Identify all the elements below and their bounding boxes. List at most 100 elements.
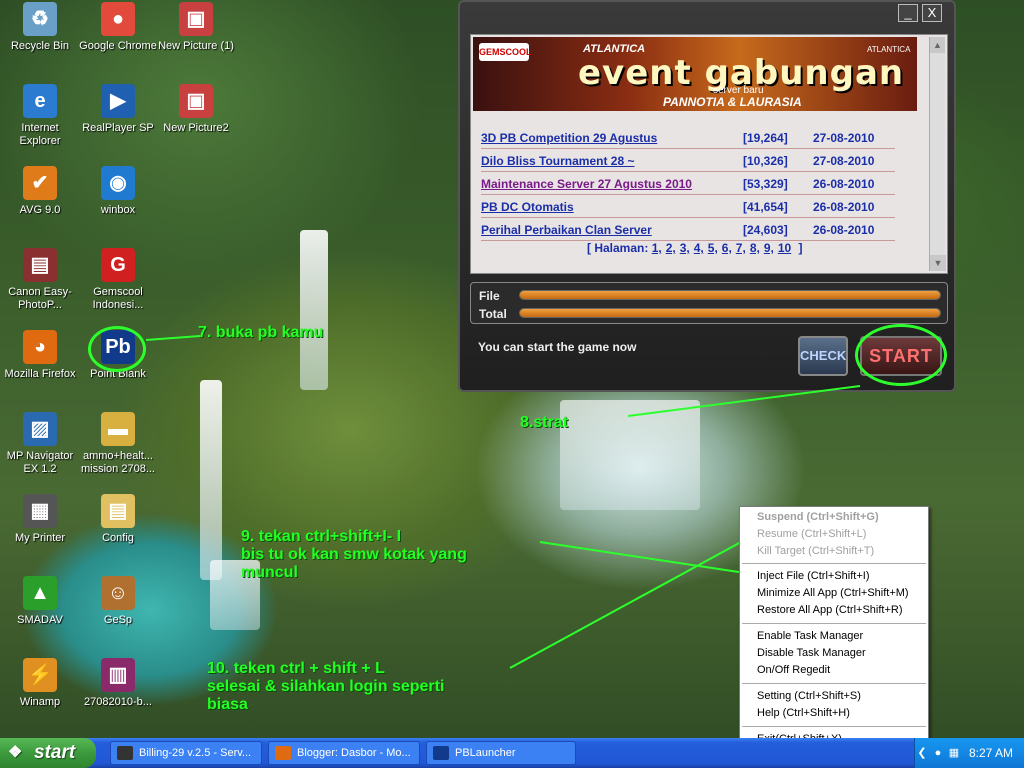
page-link[interactable]: 8, xyxy=(750,241,760,255)
desktop-icon[interactable]: G Gemscool Indonesi... xyxy=(78,248,158,312)
scroll-up-icon[interactable]: ▲ xyxy=(930,37,945,53)
page-link[interactable]: 4, xyxy=(694,241,704,255)
close-button[interactable]: X xyxy=(922,4,942,22)
minimize-button[interactable]: _ xyxy=(898,4,918,22)
news-row: 3D PB Competition 29 Agustus [19,264] 27-0… xyxy=(481,127,895,149)
avg-icon: ✔ xyxy=(23,166,57,200)
page-link[interactable]: 1, xyxy=(652,241,662,255)
news-scrollbar[interactable]: ▲ ▼ xyxy=(929,37,946,271)
step9-pointer-line xyxy=(539,541,753,575)
context-menu-item[interactable]: Setting (Ctrl+Shift+S) xyxy=(757,690,861,702)
winamp-icon: ⚡ xyxy=(23,658,57,692)
page-link[interactable]: 10 xyxy=(778,241,791,255)
page-link[interactable]: 9, xyxy=(764,241,774,255)
page-link[interactable]: 6, xyxy=(722,241,732,255)
news-view-count: [10,326] xyxy=(743,154,788,168)
desktop-icon[interactable]: ✔ AVG 9.0 xyxy=(0,166,80,217)
scroll-down-icon[interactable]: ▼ xyxy=(930,255,946,271)
firefox-icon: ◕ xyxy=(23,330,57,364)
desktop-icon[interactable]: ▬ ammo+healt... mission 2708... xyxy=(78,412,158,476)
desktop-icon[interactable]: ◉ winbox xyxy=(78,166,158,217)
news-date: 27-08-2010 xyxy=(813,154,875,168)
desktop-icon-label: Recycle Bin xyxy=(10,40,70,52)
context-menu-item[interactable]: Enable Task Manager xyxy=(757,630,863,642)
config-file-icon: ▤ xyxy=(101,494,135,528)
page-link[interactable]: 2, xyxy=(666,241,676,255)
annotation-step7: 7. buka pb kamu xyxy=(198,324,324,341)
desktop-icon[interactable]: ▥ 27082010-b... xyxy=(78,658,158,709)
news-title-link[interactable]: PB DC Otomatis xyxy=(481,200,574,214)
news-panel: GEMSCOOL ATLANTICA event gabungan server… xyxy=(470,34,948,274)
gemscool-icon: G xyxy=(101,248,135,282)
page-link[interactable]: 5, xyxy=(708,241,718,255)
news-date: 27-08-2010 xyxy=(813,131,875,145)
news-title-link[interactable]: 3D PB Competition 29 Agustus xyxy=(481,131,657,145)
menu-separator xyxy=(742,623,926,624)
desktop-icon[interactable]: ● Google Chrome xyxy=(78,2,158,53)
security-tray-icon[interactable]: ● xyxy=(931,746,945,760)
start-button-taskbar[interactable]: ❖ start xyxy=(0,738,96,768)
file-progress-fill xyxy=(520,291,940,299)
taskbar-window-button[interactable]: PBLauncher xyxy=(426,741,576,765)
context-menu-item[interactable]: Inject File (Ctrl+Shift+I) xyxy=(757,570,869,582)
taskbar-window-button[interactable]: Blogger: Dasbor - Mo... xyxy=(268,741,420,765)
desktop-icon[interactable]: ♻ Recycle Bin xyxy=(0,2,80,53)
desktop-icon[interactable]: ▤ Config xyxy=(78,494,158,545)
network-tray-icon[interactable]: ▦ xyxy=(947,746,961,760)
news-row: Dilo Bliss Tournament 28 ~ [10,326] 27-08-… xyxy=(481,150,895,172)
news-title-link[interactable]: Perihal Perbaikan Clan Server xyxy=(481,223,652,237)
desktop-icon-label: Google Chrome xyxy=(79,40,157,52)
desktop-icon-label: 27082010-b... xyxy=(84,696,152,708)
page-link[interactable]: 3, xyxy=(680,241,690,255)
desktop-icon[interactable]: ▲ SMADAV xyxy=(0,576,80,627)
taskbar-window-label: Blogger: Dasbor - Mo... xyxy=(297,747,411,759)
taskbar-window-button[interactable]: Billing-29 v.2.5 - Serv... xyxy=(110,741,262,765)
canon-printer-icon: ▤ xyxy=(23,248,57,282)
context-menu-item[interactable]: Minimize All App (Ctrl+Shift+M) xyxy=(757,587,909,599)
taskbar: ❖ start Billing-29 v.2.5 - Serv... Blogge… xyxy=(0,738,1024,768)
menu-separator xyxy=(742,563,926,564)
waterfall-decoration xyxy=(560,400,700,510)
context-menu-item[interactable]: Disable Task Manager xyxy=(757,647,866,659)
desktop-icon[interactable]: ▣ New Picture2 xyxy=(156,84,236,135)
news-title-link[interactable]: Dilo Bliss Tournament 28 ~ xyxy=(481,154,634,168)
desktop-icon[interactable]: ▶ RealPlayer SP xyxy=(78,84,158,135)
news-date: 26-08-2010 xyxy=(813,223,875,237)
check-button[interactable]: CHECK xyxy=(798,336,848,376)
firefox-icon xyxy=(275,746,291,760)
annotation-step9: 9. tekan ctrl+shift+I- I bis tu ok kan s… xyxy=(241,528,467,581)
desktop-icon[interactable]: ◕ Mozilla Firefox xyxy=(0,330,80,381)
desktop-icon[interactable]: ⚡ Winamp xyxy=(0,658,80,709)
desktop-icon-label: MP Navigator EX 1.2 xyxy=(6,450,74,475)
atlantica-logo: ATLANTICA xyxy=(867,45,911,54)
pagination-suffix: ] xyxy=(798,241,803,255)
desktop-icon-label: GeSp xyxy=(103,614,133,626)
news-row: Perihal Perbaikan Clan Server [24,603] 26-… xyxy=(481,219,895,241)
status-text: You can start the game now xyxy=(478,340,637,354)
chevron-left-icon[interactable]: ❮ xyxy=(915,746,929,760)
desktop-icon-label: winbox xyxy=(100,204,136,216)
desktop-icon-label: Winamp xyxy=(19,696,61,708)
news-view-count: [24,603] xyxy=(743,223,788,237)
desktop-icon-label: Config xyxy=(102,532,134,544)
desktop-icon[interactable]: ▦ My Printer xyxy=(0,494,80,545)
mp-navigator-icon: ▨ xyxy=(23,412,57,446)
desktop-icon-label: Mozilla Firefox xyxy=(4,368,76,380)
context-menu-item: Resume (Ctrl+Shift+L) xyxy=(757,528,867,540)
system-tray: ❮ ● ▦ 8:27 AM xyxy=(914,738,1024,768)
desktop-icon[interactable]: ▣ New Picture (1) xyxy=(156,2,236,53)
desktop-icon[interactable]: e Internet Explorer xyxy=(0,84,80,148)
total-label: Total xyxy=(479,307,507,321)
picture-file-icon: ▣ xyxy=(179,84,213,118)
desktop-icon-label: AVG 9.0 xyxy=(19,204,61,216)
event-banner: GEMSCOOL ATLANTICA event gabungan server… xyxy=(473,37,917,111)
news-title-link[interactable]: Maintenance Server 27 Agustus 2010 xyxy=(481,177,692,191)
context-menu-item[interactable]: On/Off Regedit xyxy=(757,664,830,676)
context-menu-item[interactable]: Restore All App (Ctrl+Shift+R) xyxy=(757,604,903,616)
desktop-icon[interactable]: ▤ Canon Easy-PhotoP... xyxy=(0,248,80,312)
page-link[interactable]: 7, xyxy=(736,241,746,255)
desktop-icon[interactable]: ☺ GeSp xyxy=(78,576,158,627)
context-menu-item[interactable]: Help (Ctrl+Shift+H) xyxy=(757,707,850,719)
annotation-step10: 10. teken ctrl + shift + L selesai & sil… xyxy=(207,660,445,713)
desktop-icon[interactable]: ▨ MP Navigator EX 1.2 xyxy=(0,412,80,476)
